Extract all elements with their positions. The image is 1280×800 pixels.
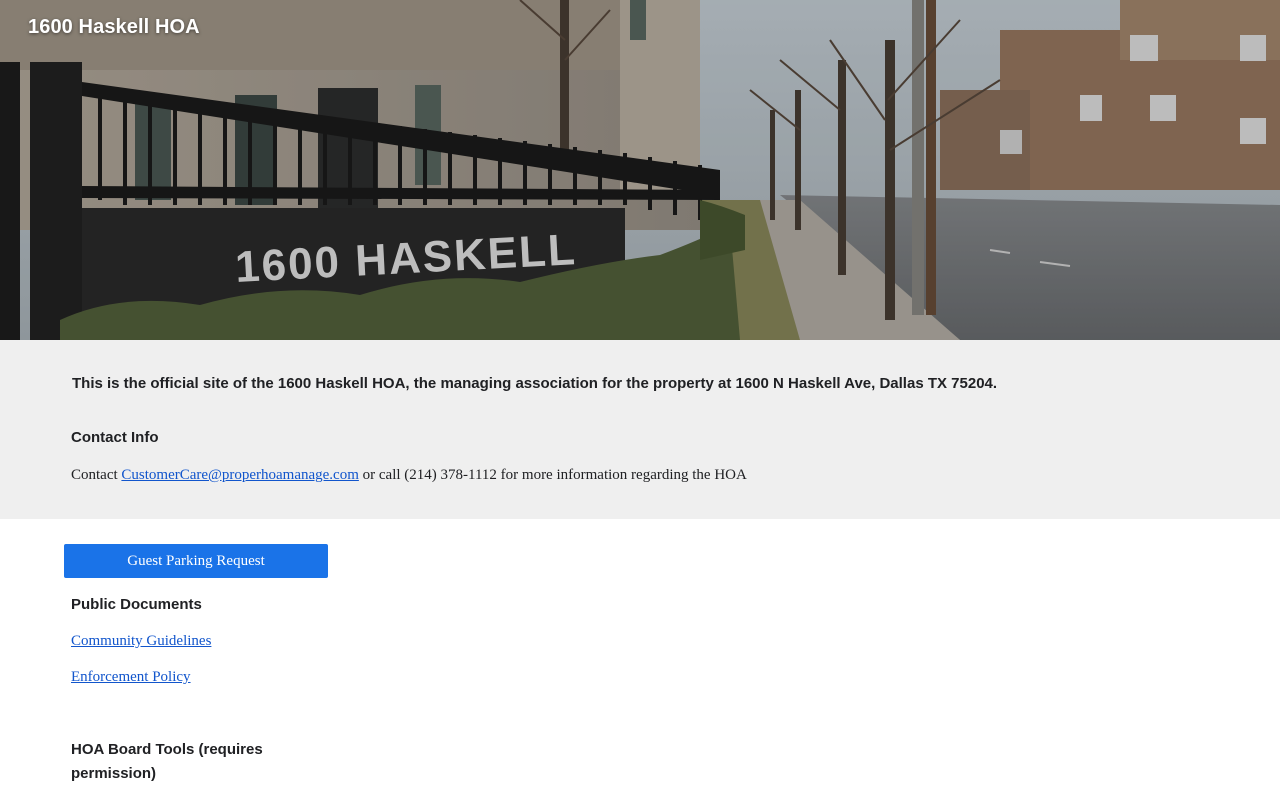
info-section: This is the official site of the 1600 Ha… (0, 340, 1280, 519)
contact-prefix: Contact (71, 467, 122, 483)
contact-email-link[interactable]: CustomerCare@properhoamanage.com (121, 467, 358, 483)
board-tools-heading: HOA Board Tools (requires permission) (71, 741, 263, 782)
contact-suffix: or call (214) 378-1112 for more informat… (358, 467, 747, 483)
banner-photo: 1600 HASKELL (0, 0, 1280, 340)
intro-text: This is the official site of the 1600 Ha… (72, 375, 998, 392)
community-guidelines-link[interactable]: Community Guidelines (71, 633, 211, 650)
enforcement-policy-link[interactable]: Enforcement Policy (71, 669, 191, 686)
guest-parking-request-button[interactable]: Guest Parking Request (64, 544, 328, 578)
site-title: 1600 Haskell HOA (28, 16, 200, 38)
public-documents-heading: Public Documents (71, 596, 202, 613)
hero-banner: 1600 HASKELL 1600 Haskell HOA (0, 0, 1280, 340)
contact-line: Contact CustomerCare@properhoamanage.com… (71, 467, 747, 484)
contact-heading: Contact Info (71, 429, 159, 446)
